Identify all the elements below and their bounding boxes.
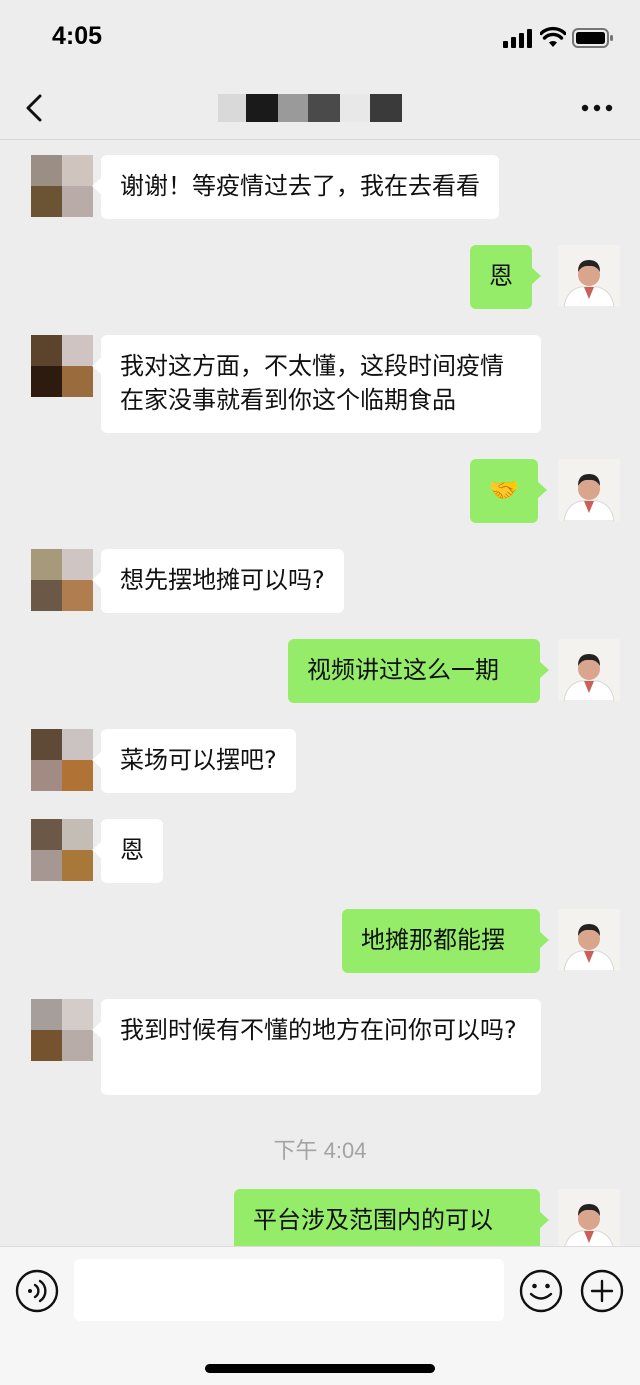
message-bubble[interactable]: 想先摆地摊可以吗? [92,549,344,613]
message-row-incoming: 恩 [0,819,640,883]
battery-icon [572,28,613,48]
home-indicator[interactable] [205,1364,435,1373]
contact-name-pixelated [218,90,408,126]
person-avatar-icon [558,459,620,521]
message-bubble[interactable]: 我到时候有不懂的地方在问你可以吗? [92,999,541,1095]
contact-avatar[interactable] [31,819,93,881]
message-row-incoming: 谢谢！等疫情过去了，我在去看看 [0,155,640,219]
contact-avatar[interactable] [31,549,93,611]
message-row-outgoing: 视频讲过这么一期 [0,639,640,703]
voice-icon[interactable] [15,1269,59,1313]
my-avatar[interactable] [558,245,620,307]
message-bubble[interactable]: 🤝 [470,459,547,523]
message-row-outgoing: 🤝 [0,459,640,523]
emoji-icon[interactable] [519,1269,563,1313]
message-bubble[interactable]: 菜场可以摆吧? [92,729,296,793]
message-input[interactable] [74,1259,504,1321]
cellular-signal-icon [503,28,535,48]
chat-screen: 4:05 谢谢！等疫情过去了，我在去看看 恩 我对这方面，不太懂，这段时间疫情在… [0,0,640,1385]
message-bubble[interactable]: 视频讲过这么一期 [288,639,549,703]
my-avatar[interactable] [558,459,620,521]
message-timestamp: 下午 4:04 [273,1138,367,1163]
contact-avatar[interactable] [31,335,93,397]
contact-avatar[interactable] [31,999,93,1061]
message-row-outgoing: 地摊那都能摆 [0,909,640,973]
chevron-left-icon[interactable] [18,90,54,126]
message-bubble[interactable]: 恩 [470,245,541,309]
message-list[interactable]: 谢谢！等疫情过去了，我在去看看 恩 我对这方面，不太懂，这段时间疫情在家没事就看… [0,141,640,1246]
message-bubble[interactable]: 谢谢！等疫情过去了，我在去看看 [92,155,499,219]
contact-avatar[interactable] [31,729,93,791]
person-avatar-icon [558,1189,620,1246]
message-row-incoming: 菜场可以摆吧? [0,729,640,793]
message-bubble[interactable]: 地摊那都能摆 [342,909,549,973]
message-row-incoming: 我对这方面，不太懂，这段时间疫情在家没事就看到你这个临期食品 [0,335,640,433]
contact-avatar[interactable] [31,155,93,217]
more-dots-icon[interactable] [576,92,618,124]
status-time: 4:05 [52,22,103,50]
person-avatar-icon [558,909,620,971]
wifi-icon [540,26,566,47]
my-avatar[interactable] [558,909,620,971]
message-bubble[interactable]: 我对这方面，不太懂，这段时间疫情在家没事就看到你这个临期食品 [92,335,541,433]
input-bar [0,1246,640,1385]
message-row-incoming: 想先摆地摊可以吗? [0,549,640,613]
plus-icon[interactable] [580,1269,624,1313]
person-avatar-icon [558,245,620,307]
message-bubble[interactable]: 恩 [92,819,163,883]
nav-bar [0,76,640,140]
message-row-incoming: 我到时候有不懂的地方在问你可以吗? [0,999,640,1095]
person-avatar-icon [558,639,620,701]
message-row-outgoing: 平台涉及范围内的可以 [0,1189,640,1246]
my-avatar[interactable] [558,639,620,701]
status-bar: 4:05 [0,0,640,76]
message-bubble[interactable]: 平台涉及范围内的可以 [234,1189,549,1246]
my-avatar[interactable] [558,1189,620,1246]
message-row-outgoing: 恩 [0,245,640,309]
